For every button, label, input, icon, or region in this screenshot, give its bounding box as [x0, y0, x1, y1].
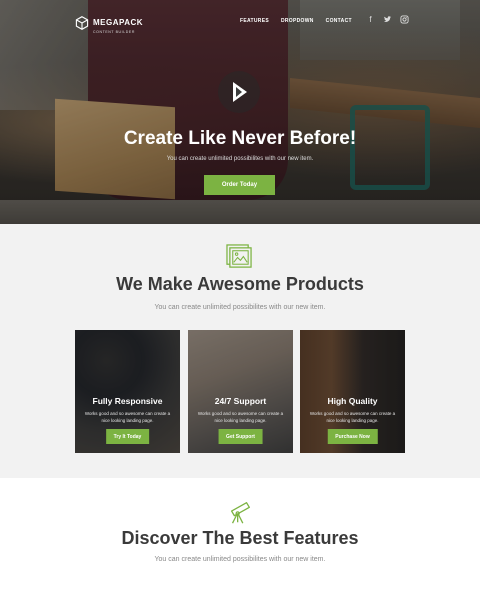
nav-item-features[interactable]: FEATURES — [240, 18, 269, 24]
features-title: Discover The Best Features — [121, 528, 359, 548]
card-title: Fully Responsive — [92, 396, 163, 406]
hero-subtitle: You can create unlimited possibilites wi… — [166, 156, 314, 162]
card-title: High Quality — [327, 396, 378, 406]
card-title: 24/7 Support — [214, 396, 267, 406]
card-text: Works good and so awesome can create a n… — [197, 411, 284, 423]
cube-logo-icon — [75, 16, 89, 30]
nav-item-contact[interactable]: CONTACT — [326, 18, 352, 24]
products-section: We Make Awesome Products You can create … — [0, 224, 480, 478]
products-subtitle: You can create unlimited possibilites wi… — [154, 304, 326, 311]
instagram-icon[interactable] — [400, 15, 409, 24]
purchase-now-button[interactable]: Purchase Now — [327, 429, 378, 444]
feature-card-support: 24/7 Support Works good and so awesome c… — [188, 330, 293, 453]
logo[interactable]: MEGAPACK CONTENT BUILDER — [75, 12, 143, 34]
brand-tagline: CONTENT BUILDER — [93, 30, 135, 34]
twitter-icon[interactable] — [383, 15, 392, 24]
top-nav: MEGAPACK CONTENT BUILDER FEATURES DROPDO… — [0, 0, 480, 40]
facebook-icon[interactable]: f — [366, 15, 375, 24]
nav-item-dropdown[interactable]: DROPDOWN — [281, 18, 314, 24]
features-section: Discover The Best Features You can creat… — [0, 478, 480, 600]
try-it-today-button[interactable]: Try It Today — [105, 429, 150, 444]
main-menu: FEATURES DROPDOWN CONTACT — [240, 18, 352, 24]
card-text: Works good and so awesome can create a n… — [309, 411, 396, 423]
order-today-button[interactable]: Order Today — [204, 175, 275, 195]
hero-section: MEGAPACK CONTENT BUILDER FEATURES DROPDO… — [0, 0, 480, 224]
feature-card-responsive: Fully Responsive Works good and so aweso… — [75, 330, 180, 453]
telescope-icon — [230, 502, 250, 524]
get-support-button[interactable]: Get Support — [218, 429, 263, 444]
brand-name: MEGAPACK — [93, 18, 144, 27]
play-video-button[interactable] — [218, 71, 260, 113]
features-subtitle: You can create unlimited possibilites wi… — [154, 556, 326, 563]
feature-card-quality: High Quality Works good and so awesome c… — [300, 330, 405, 453]
social-links: f — [366, 15, 409, 24]
hero-title: Create Like Never Before! — [123, 128, 357, 149]
image-gallery-icon — [226, 244, 252, 268]
card-text: Works good and so awesome can create a n… — [84, 411, 171, 423]
products-title: We Make Awesome Products — [116, 274, 364, 294]
